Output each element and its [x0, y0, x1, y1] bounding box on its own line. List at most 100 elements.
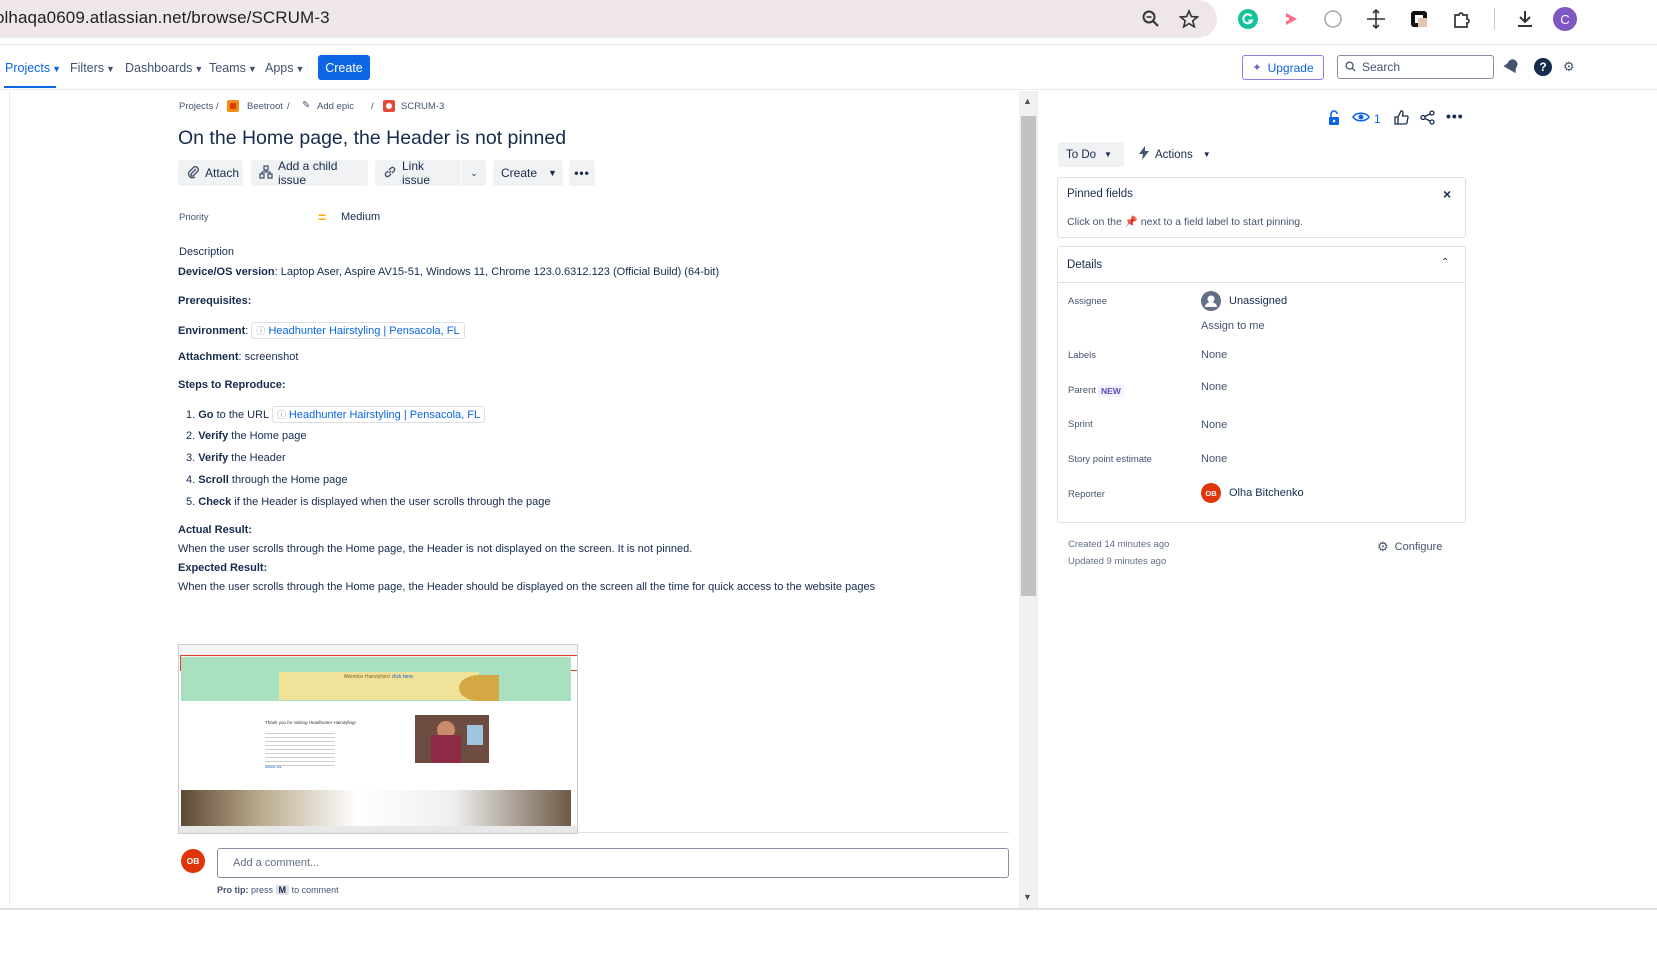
scroll-down-icon[interactable]: ▼ — [1023, 892, 1032, 902]
thumb-welcome-text: Thank you for visiting Headhunter Hairst… — [265, 720, 356, 725]
parent-value[interactable]: None — [1201, 381, 1227, 393]
zoom-icon[interactable] — [1138, 6, 1164, 32]
actions-label: Actions — [1155, 148, 1193, 161]
step-number: 4. — [186, 474, 196, 486]
attached-screenshot-image[interactable]: Attention Hairstylists! click here. Than… — [178, 644, 578, 834]
device-label: Device/OS version — [178, 266, 275, 278]
attachment-line: Attachment: screenshot — [178, 351, 298, 363]
list-item: 1. Go to the URL ⓘ Headhunter Hairstylin… — [186, 406, 486, 423]
actions-dropdown[interactable]: Actions ▼ — [1133, 142, 1219, 167]
priority-value[interactable]: Medium — [341, 211, 380, 223]
actual-label-text: Actual Result — [178, 524, 249, 536]
chevron-down-icon: ▼ — [52, 64, 62, 74]
step-number: 1. — [186, 409, 196, 421]
breadcrumb-add-epic[interactable]: Add epic — [317, 101, 354, 112]
updated-timestamp: Updated 9 minutes ago — [1068, 556, 1167, 567]
active-nav-indicator — [4, 86, 56, 88]
settings-gear-icon[interactable]: ⚙ — [1563, 59, 1575, 75]
story-points-value[interactable]: None — [1201, 453, 1227, 465]
assignee-value[interactable]: Unassigned — [1229, 295, 1287, 307]
crop-extension-icon[interactable] — [1406, 6, 1432, 32]
step-text: through the Home page — [228, 474, 348, 486]
url-smart-link[interactable]: ⓘ Headhunter Hairstyling | Pensacola, FL — [271, 406, 486, 423]
breadcrumb-separator: / — [371, 101, 374, 112]
environment-smart-link[interactable]: ⓘ Headhunter Hairstyling | Pensacola, FL — [251, 322, 465, 339]
pro-tip-label: Pro tip: — [217, 885, 249, 895]
assign-to-me-link[interactable]: Assign to me — [1201, 320, 1265, 332]
help-icon[interactable]: ? — [1534, 58, 1552, 76]
more-options-icon[interactable]: ••• — [1446, 108, 1464, 124]
nav-filters-label: Filters — [70, 61, 105, 75]
nav-teams[interactable]: Teams ▼ — [209, 61, 257, 75]
url-text[interactable]: olhaqa0609.atlassian.net/browse/SCRUM-3 — [0, 8, 330, 28]
chevron-down-icon: ▼ — [1202, 150, 1211, 159]
left-sidebar-collapsed — [0, 90, 10, 910]
priority-label: Priority — [179, 212, 209, 223]
pinned-hint: Click on the 📌 next to a field label to … — [1067, 215, 1303, 228]
step-text: the Header — [228, 452, 286, 464]
notifications-bell-icon[interactable] — [1503, 58, 1519, 79]
close-icon[interactable]: × — [1443, 186, 1451, 202]
thumbs-up-icon[interactable] — [1394, 110, 1409, 128]
restrict-lock-icon[interactable] — [1327, 110, 1341, 129]
upgrade-button[interactable]: ✦ Upgrade — [1242, 55, 1324, 80]
scroll-up-icon[interactable]: ▲ — [1023, 96, 1032, 106]
more-actions-icon[interactable]: ••• — [569, 160, 595, 186]
sprint-value[interactable]: None — [1201, 419, 1227, 431]
comment-input[interactable]: Add a comment... — [217, 848, 1009, 878]
chevron-down-icon: ▼ — [295, 64, 305, 74]
configure-button[interactable]: ⚙ Configure — [1377, 539, 1442, 555]
step-text: if the Header is displayed when the user… — [231, 496, 551, 508]
breadcrumb-projects[interactable]: Projects — [179, 101, 213, 112]
thumb-footer-photo — [181, 790, 571, 826]
thumb-banner-title: Attention Hairstylists! — [343, 674, 391, 680]
pencil-icon: ✎ — [302, 100, 311, 111]
bookmark-star-icon[interactable] — [1176, 6, 1202, 32]
upgrade-label: Upgrade — [1267, 60, 1314, 75]
nav-dashboards[interactable]: Dashboards ▼ — [125, 61, 203, 75]
attach-button[interactable]: Attach — [178, 160, 243, 186]
move-extension-icon[interactable] — [1363, 6, 1389, 32]
step-number: 2. — [186, 430, 196, 442]
nav-projects[interactable]: Projects ▼ — [5, 61, 61, 75]
toolbar-divider — [1494, 8, 1495, 30]
chevron-up-icon: ⌃ — [1441, 257, 1450, 268]
url-link-text: Headhunter Hairstyling | Pensacola, FL — [288, 409, 481, 421]
compass-extension-icon[interactable] — [1320, 6, 1346, 32]
watch-count: 1 — [1374, 111, 1381, 126]
divider — [578, 832, 1009, 833]
create-dropdown-label: Create — [501, 166, 538, 180]
create-button[interactable]: Create — [318, 55, 370, 80]
search-input[interactable]: Search — [1337, 55, 1494, 79]
profile-avatar[interactable]: C — [1553, 7, 1577, 31]
status-dropdown[interactable]: To Do ▼ — [1058, 142, 1124, 167]
labels-value[interactable]: None — [1201, 349, 1227, 361]
record-extension-icon[interactable] — [1278, 6, 1304, 32]
share-icon[interactable] — [1420, 110, 1435, 128]
breadcrumb-issue-key[interactable]: SCRUM-3 — [401, 101, 444, 112]
watch-button[interactable]: 1 — [1352, 110, 1381, 127]
reporter-value[interactable]: Olha Bitchenko — [1229, 487, 1304, 499]
scrollbar-thumb[interactable] — [1021, 116, 1036, 596]
breadcrumb-project[interactable]: Beetroot — [247, 101, 283, 112]
link-issue-button[interactable]: Link issue — [375, 159, 461, 187]
thumb-banner-notice: Attention Hairstylists! click here. — [279, 672, 479, 700]
extensions-puzzle-icon[interactable] — [1449, 6, 1475, 32]
address-bar[interactable]: olhaqa0609.atlassian.net/browse/SCRUM-3 — [0, 0, 1217, 38]
grammarly-extension-icon[interactable] — [1235, 6, 1261, 32]
details-header[interactable]: Details ⌃ — [1058, 247, 1465, 283]
add-child-issue-button[interactable]: Add a child issue — [251, 159, 368, 187]
downloads-icon[interactable] — [1512, 6, 1538, 32]
breadcrumb-separator: / — [216, 101, 219, 112]
prerequisites-label: Prerequisites: — [178, 295, 252, 307]
device-line[interactable]: Device/OS version: Laptop Aser, Aspire A… — [178, 266, 719, 278]
nav-apps[interactable]: Apps ▼ — [265, 61, 304, 75]
sparkle-icon: ✦ — [1252, 62, 1262, 74]
nav-teams-label: Teams — [209, 61, 246, 75]
link-issue-dropdown[interactable]: ⌄ — [462, 160, 486, 186]
steps-label: Steps to Reproduce: — [178, 379, 286, 391]
issue-title[interactable]: On the Home page, the Header is not pinn… — [178, 127, 566, 150]
paperclip-icon — [186, 165, 200, 182]
nav-filters[interactable]: Filters ▼ — [70, 61, 115, 75]
create-dropdown-button[interactable]: Create ▼ — [493, 160, 563, 186]
